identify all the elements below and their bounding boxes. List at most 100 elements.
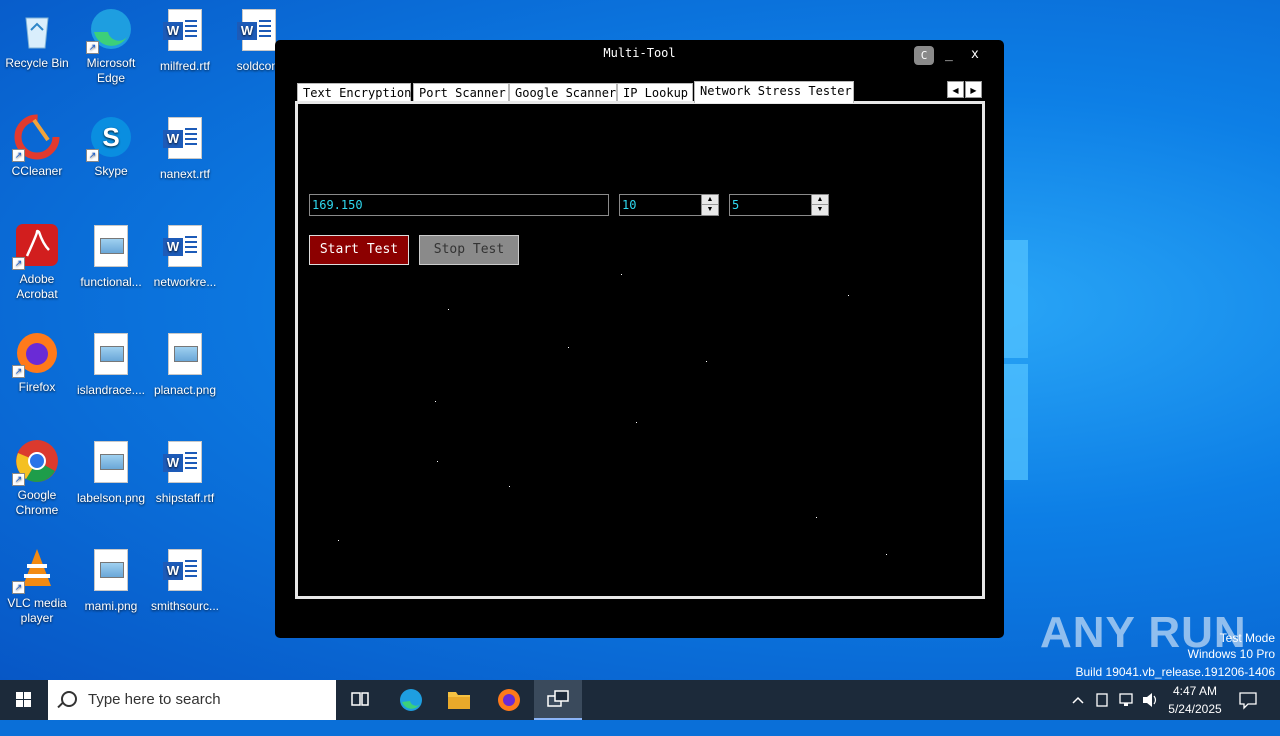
threads-up-arrow-icon[interactable]: ▲: [702, 195, 718, 205]
desktop-icon-label: functional...: [80, 275, 142, 289]
file-explorer-taskbar-button[interactable]: [435, 680, 483, 720]
tab-scroll-right-button[interactable]: ▶: [965, 81, 982, 98]
desktop-icon[interactable]: Wsmithsourc...: [148, 546, 222, 614]
desktop-icon-label: Skype: [94, 164, 128, 178]
folder-icon: [448, 692, 470, 709]
duration-spinbox[interactable]: ▲ ▼: [729, 194, 829, 216]
star-dot: [636, 422, 637, 423]
desktop-icon-label: milfred.rtf: [159, 59, 210, 73]
app-window-icon: [547, 690, 569, 707]
target-ip-input[interactable]: [309, 194, 609, 216]
duration-down-arrow-icon[interactable]: ▼: [812, 205, 828, 215]
desktop-icon[interactable]: planact.png: [148, 330, 222, 398]
tab-strip: Text Encryption Port Scanner Google Scan…: [297, 81, 987, 103]
skype-icon: S ↗: [86, 114, 134, 162]
star-dot: [816, 517, 817, 518]
duration-up-arrow-icon[interactable]: ▲: [812, 195, 828, 205]
star-dot: [509, 486, 510, 487]
desktop-icon[interactable]: ↗ Google Chrome: [0, 438, 74, 518]
desktop-icon[interactable]: Recycle Bin: [0, 6, 74, 71]
start-button[interactable]: [0, 680, 48, 720]
desktop-icon[interactable]: ↗ Microsoft Edge: [74, 6, 148, 86]
desktop-icon-label: smithsourc...: [150, 599, 219, 613]
theme-toggle-button[interactable]: C: [914, 46, 934, 65]
multi-tool-taskbar-button[interactable]: [534, 680, 582, 720]
shortcut-arrow-icon: ↗: [12, 257, 25, 270]
close-button[interactable]: x: [971, 47, 979, 62]
chevron-up-icon: [1072, 696, 1084, 704]
desktop-icon[interactable]: functional...: [74, 222, 148, 290]
test-mode-label: Test Mode: [1219, 631, 1275, 645]
taskbar-search-box[interactable]: Type here to search: [48, 680, 336, 720]
desktop-icon-label: Recycle Bin: [5, 56, 69, 70]
desktop-icon[interactable]: labelson.png: [74, 438, 148, 506]
search-placeholder: Type here to search: [88, 691, 221, 708]
star-dot: [568, 347, 569, 348]
desktop-icon-label: shipstaff.rtf: [155, 491, 215, 505]
firefox-taskbar-button[interactable]: [485, 680, 533, 720]
star-dot: [706, 361, 707, 362]
image-file-icon: [88, 225, 134, 271]
shortcut-arrow-icon: ↗: [86, 41, 99, 54]
system-clock[interactable]: 4:47 AM 5/24/2025: [1160, 682, 1230, 718]
desktop-icon[interactable]: Wshipstaff.rtf: [148, 438, 222, 506]
vlc-icon: ↗: [12, 546, 60, 594]
recycle-bin-icon: [14, 6, 60, 52]
desktop-icon-label: Adobe Acrobat: [16, 272, 58, 301]
minimize-button[interactable]: _: [945, 47, 953, 62]
desktop-icon[interactable]: ↗ VLC media player: [0, 546, 74, 626]
task-view-button[interactable]: [336, 680, 384, 720]
word-doc-icon: W: [162, 9, 208, 55]
word-doc-icon: W: [162, 225, 208, 271]
tab-network-stress-tester[interactable]: Network Stress Tester: [694, 81, 854, 103]
tab-text-encryption[interactable]: Text Encryption: [297, 83, 411, 102]
image-file-icon: [162, 333, 208, 379]
window-title: Multi-Tool: [603, 46, 676, 60]
star-dot: [621, 274, 622, 275]
volume-tray-icon[interactable]: [1141, 680, 1159, 720]
desktop-icon[interactable]: mami.png: [74, 546, 148, 614]
task-view-icon: [351, 692, 369, 706]
tab-ip-lookup[interactable]: IP Lookup: [617, 83, 693, 102]
chrome-icon: ↗: [12, 438, 60, 486]
ccleaner-icon: ↗: [12, 114, 60, 162]
tab-scroll-left-button[interactable]: ◀: [947, 81, 964, 98]
desktop-icon[interactable]: ↗ Adobe Acrobat: [0, 222, 74, 302]
stop-test-button[interactable]: Stop Test: [419, 235, 519, 265]
multi-tool-window: Multi-Tool C _ x Text Encryption Port Sc…: [275, 40, 1004, 638]
desktop-icon[interactable]: ↗ CCleaner: [0, 114, 74, 179]
threads-spinbox[interactable]: ▲ ▼: [619, 194, 719, 216]
star-dot: [338, 540, 339, 541]
edge-taskbar-button[interactable]: [386, 680, 434, 720]
tab-port-scanner[interactable]: Port Scanner: [413, 83, 509, 102]
threads-input[interactable]: [620, 195, 702, 215]
firefox-icon: [498, 689, 520, 711]
start-test-button[interactable]: Start Test: [309, 235, 409, 265]
image-file-icon: [88, 333, 134, 379]
star-dot: [437, 461, 438, 462]
threads-down-arrow-icon[interactable]: ▼: [702, 205, 718, 215]
desktop-icon[interactable]: ↗ Firefox: [0, 330, 74, 395]
desktop-icon[interactable]: Wnanext.rtf: [148, 114, 222, 182]
firefox-icon: ↗: [12, 330, 60, 378]
desktop-icon-label: VLC media player: [7, 596, 67, 625]
windows-start-icon: [16, 692, 31, 707]
windows-logo-wallpaper: [1002, 240, 1062, 480]
word-doc-icon: W: [162, 441, 208, 487]
desktop-icon[interactable]: Wmilfred.rtf: [148, 6, 222, 74]
security-tray-icon[interactable]: [1095, 680, 1109, 720]
duration-input[interactable]: [730, 195, 812, 215]
desktop-icon-label: Firefox: [18, 380, 56, 394]
star-dot: [848, 295, 849, 296]
show-hidden-icons-button[interactable]: [1071, 680, 1085, 720]
acrobat-icon: ↗: [12, 222, 60, 270]
desktop-icon[interactable]: Wnetworkre...: [148, 222, 222, 290]
edge-icon: [400, 689, 422, 711]
desktop-icon[interactable]: S ↗ Skype: [74, 114, 148, 179]
desktop-icon[interactable]: islandrace....: [74, 330, 148, 398]
shortcut-arrow-icon: ↗: [12, 365, 25, 378]
desktop-icon-label: networkre...: [153, 275, 217, 289]
action-center-button[interactable]: [1238, 680, 1258, 720]
network-tray-icon[interactable]: [1117, 680, 1135, 720]
tab-google-scanner[interactable]: Google Scanner: [509, 83, 617, 102]
